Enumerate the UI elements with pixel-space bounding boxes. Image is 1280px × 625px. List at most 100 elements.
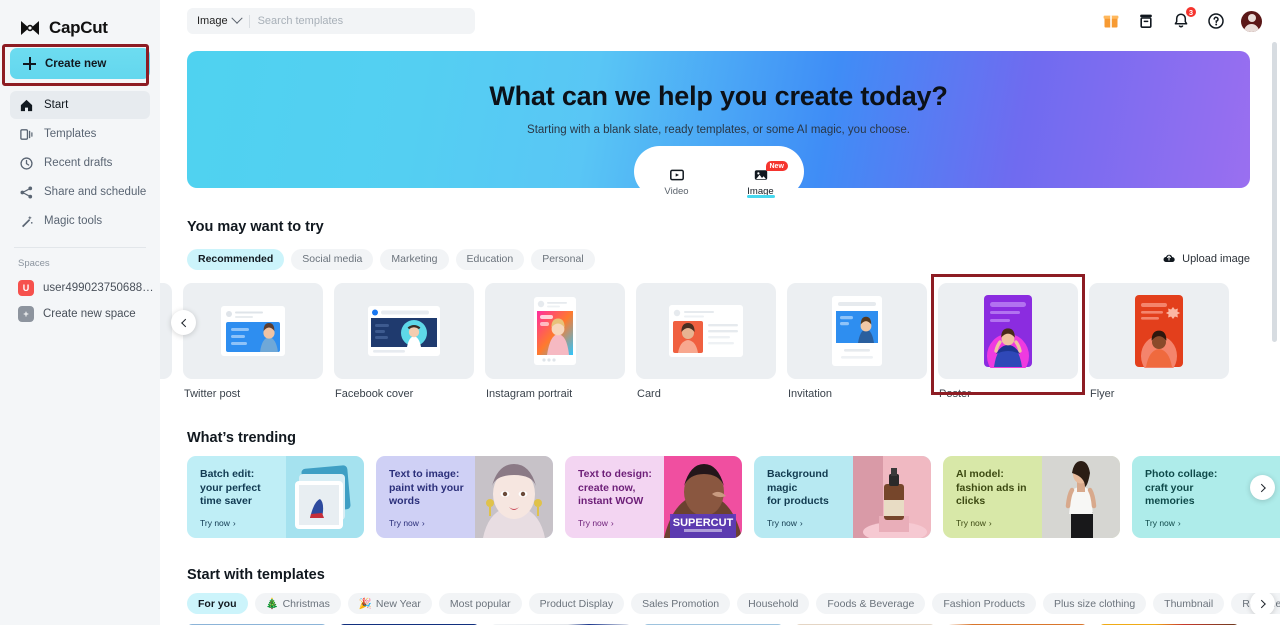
clock-icon [19, 156, 34, 171]
chevron-down-icon [230, 12, 243, 24]
home-icon [19, 98, 34, 113]
user-avatar[interactable] [1241, 10, 1262, 32]
carousel-prev-button[interactable] [171, 310, 196, 335]
trending-next-button[interactable] [1250, 475, 1275, 500]
template-type-card-poster[interactable]: Poster [931, 274, 1085, 400]
trending-card-text: Batch edit: your perfect time saver [187, 456, 287, 538]
hero-subtitle: Starting with a blank slate, ready templ… [527, 124, 910, 136]
gift-icon[interactable] [1101, 11, 1121, 31]
chip-foods-beverage[interactable]: Foods & Beverage [816, 593, 926, 614]
capcut-logo-icon [18, 19, 42, 37]
chip-sales-promotion[interactable]: Sales Promotion [631, 593, 731, 614]
template-type-card-flyer[interactable]: Flyer [1089, 283, 1229, 400]
chip-christmas[interactable]: 🎄 Christmas [254, 593, 341, 614]
template-type-label: Poster [939, 388, 971, 400]
template-type-card-card[interactable]: Card [636, 283, 776, 400]
sidebar-item-magic-tools[interactable]: Magic tools [10, 207, 150, 235]
chip-household[interactable]: Household [737, 593, 810, 614]
notification-badge: 3 [1184, 6, 1197, 18]
sidebar-item-recent-drafts[interactable]: Recent drafts [10, 149, 150, 177]
create-new-wrap: Create new [0, 42, 160, 86]
bell-icon[interactable]: 3 [1171, 6, 1197, 31]
template-type-thumb [938, 283, 1078, 379]
space-item-user[interactable]: U user499023750688… [0, 275, 160, 301]
chip-most-popular[interactable]: Most popular [438, 593, 522, 614]
create-new-button[interactable]: Create new [10, 48, 150, 79]
template-type-card-invitation[interactable]: Invitation [787, 283, 927, 400]
search-bar[interactable]: Image Search templates [187, 8, 475, 34]
trending-card-image [853, 456, 931, 538]
brand: CapCut [0, 0, 160, 42]
trending-card-text: Text to design: create now, instant WOW [565, 456, 665, 538]
template-type-card-twitter-post[interactable]: Twitter post [183, 283, 323, 400]
sidebar-item-label: Start [44, 99, 69, 111]
sidebar-item-templates[interactable]: Templates [10, 120, 150, 148]
trending-card-title: Batch edit: your perfect time saver [200, 468, 261, 507]
help-circle-icon[interactable] [1206, 11, 1226, 31]
templates-chips-next-button[interactable] [1250, 593, 1275, 614]
archive-icon[interactable] [1136, 11, 1156, 31]
chip-plus-size-clothing[interactable]: Plus size clothing [1043, 593, 1147, 614]
mode-image[interactable]: New Image [734, 159, 788, 198]
mode-active-underline [746, 195, 775, 198]
template-type-card-facebook-cover[interactable]: Facebook cover [334, 283, 474, 400]
sidebar: CapCut Create new Start Templates Recent… [0, 0, 160, 625]
trending-card-batch-edit[interactable]: Batch edit: your perfect time saver Try … [187, 456, 364, 538]
trending-card-text-to-design[interactable]: Text to design: create now, instant WOW … [565, 456, 742, 538]
chip-product-display[interactable]: Product Display [528, 593, 625, 614]
chip-education[interactable]: Education [455, 248, 525, 270]
upload-image-button[interactable]: Upload image [1162, 251, 1250, 268]
mode-label: Video [664, 186, 689, 197]
trending-card-image [1042, 456, 1120, 538]
template-type-card-instagram-portrait[interactable]: Instagram portrait [485, 283, 625, 400]
sidebar-item-share-and-schedule[interactable]: Share and schedule [10, 178, 150, 206]
chip-personal[interactable]: Personal [531, 248, 595, 270]
chip-recommended[interactable]: Recommended [187, 248, 285, 270]
trending-card-text: Text to image: paint with your words [376, 456, 476, 538]
trending-card-background-magic[interactable]: Background magic for products Try now › [754, 456, 931, 538]
templates-section: Start with templates For you 🎄 Christmas … [160, 567, 1280, 625]
mode-video[interactable]: Video [650, 159, 704, 197]
scrollbar-thumb[interactable] [1272, 42, 1277, 342]
template-type-thumb [334, 283, 474, 379]
search-type-select[interactable]: Image [197, 12, 243, 27]
trending-card-text: Background magic for products [754, 456, 854, 538]
plus-icon [23, 57, 36, 70]
sidebar-item-start[interactable]: Start [10, 91, 150, 119]
trending-card-text: AI model: fashion ads in clicks [943, 456, 1043, 538]
template-type-thumb [636, 283, 776, 379]
chip-thumbnail[interactable]: Thumbnail [1153, 593, 1225, 614]
video-icon [650, 166, 704, 183]
template-type-thumb [183, 283, 323, 379]
template-type-thumb [1089, 283, 1229, 379]
template-type-card-partial[interactable] [160, 283, 172, 400]
new-badge: New [765, 161, 788, 171]
page-scrollbar[interactable] [1272, 42, 1277, 362]
chip-social-media[interactable]: Social media [291, 248, 374, 270]
trending-card-title: Text to design: create now, instant WOW [578, 468, 652, 507]
template-type-label: Twitter post [184, 388, 241, 400]
chip-marketing[interactable]: Marketing [380, 248, 449, 270]
trending-card-ai-model[interactable]: AI model: fashion ads in clicks Try now › [943, 456, 1120, 538]
template-type-label: Facebook cover [335, 388, 414, 400]
chevron-right-icon [1256, 599, 1266, 608]
search-input[interactable]: Search templates [258, 15, 344, 27]
space-avatar: U [18, 280, 34, 296]
trending-card-image [475, 456, 553, 538]
trending-section: What’s trending Batch edit: your perfect… [160, 430, 1280, 538]
spaces-label: Spaces [18, 258, 50, 269]
chip-new-year[interactable]: 🎉 New Year [347, 593, 432, 614]
trending-row: Batch edit: your perfect time saver Try … [187, 456, 1280, 538]
space-item-label: Create new space [43, 308, 136, 320]
main-content: Image Search templates 3 What can we hel… [160, 0, 1280, 625]
try-section: You may want to try Recommended Social m… [160, 219, 1280, 400]
brand-name: CapCut [49, 17, 108, 37]
trending-card-text-to-image[interactable]: Text to image: paint with your words Try… [376, 456, 553, 538]
share-icon [19, 185, 34, 200]
chip-for-you[interactable]: For you [187, 593, 248, 614]
trending-card-title: AI model: fashion ads in clicks [956, 468, 1027, 507]
chip-fashion-products[interactable]: Fashion Products [932, 593, 1037, 614]
search-separator [248, 14, 250, 28]
sidebar-item-label: Recent drafts [44, 157, 113, 169]
space-item-create-new-space[interactable]: + Create new space [0, 301, 160, 327]
